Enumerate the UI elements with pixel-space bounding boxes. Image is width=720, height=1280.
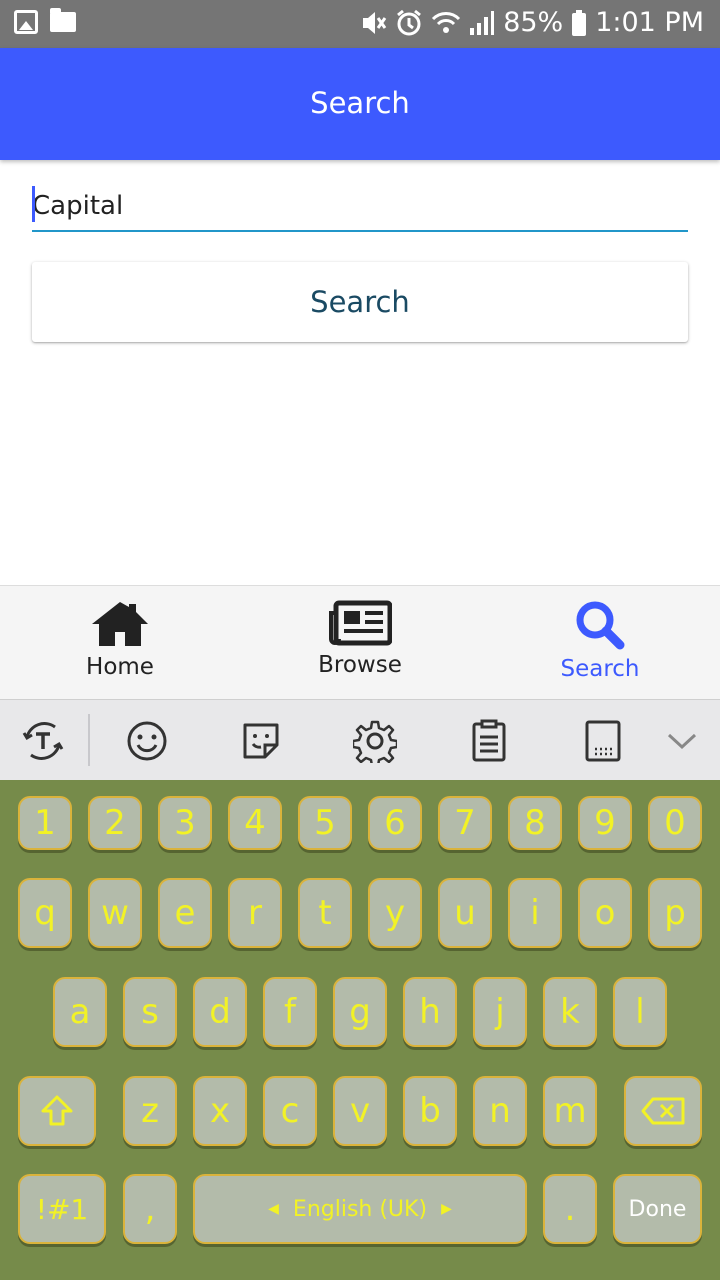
key-m[interactable]: m <box>543 1076 597 1146</box>
key-c[interactable]: c <box>263 1076 317 1146</box>
text-cursor <box>32 186 35 222</box>
mute-icon <box>363 11 387 34</box>
key-j[interactable]: j <box>473 977 527 1047</box>
shift-key[interactable] <box>18 1076 96 1146</box>
key-z[interactable]: z <box>123 1076 177 1146</box>
tab-search-label: Search <box>560 656 640 682</box>
key-i[interactable]: i <box>508 878 562 948</box>
key-9[interactable]: 9 <box>578 796 632 850</box>
keyboard-toolbar <box>0 699 720 780</box>
key-a[interactable]: a <box>53 977 107 1047</box>
key-p[interactable]: p <box>648 878 702 948</box>
clipboard-icon[interactable] <box>467 719 511 763</box>
key-t[interactable]: t <box>298 878 352 948</box>
key-d[interactable]: d <box>193 977 247 1047</box>
app-bar: Search <box>0 48 720 160</box>
key-s[interactable]: s <box>123 977 177 1047</box>
left-arrow-icon: ◀ <box>268 1201 279 1217</box>
home-icon <box>92 602 148 646</box>
shift-icon <box>41 1095 73 1126</box>
key-v[interactable]: v <box>333 1076 387 1146</box>
wifi-icon <box>432 11 461 33</box>
key-8[interactable]: 8 <box>508 796 562 850</box>
search-input[interactable] <box>32 186 688 226</box>
key-u[interactable]: u <box>438 878 492 948</box>
key-n[interactable]: n <box>473 1076 527 1146</box>
search-icon <box>576 601 625 650</box>
backspace-icon <box>641 1097 685 1125</box>
chevron-down-icon[interactable] <box>660 719 704 763</box>
newspaper-icon <box>329 600 392 646</box>
key-q[interactable]: q <box>18 878 72 948</box>
search-button[interactable]: Search <box>32 262 688 342</box>
keyboard-size-icon[interactable] <box>581 719 625 763</box>
battery-icon <box>572 9 587 36</box>
key-y[interactable]: y <box>368 878 422 948</box>
keyboard: 1 2 3 4 5 6 7 8 9 0 q w e r t y u i o p … <box>0 780 720 1280</box>
key-0[interactable]: 0 <box>648 796 702 850</box>
tab-home[interactable]: Home <box>0 586 240 699</box>
tab-bar: Home Browse Search <box>0 585 720 699</box>
key-1[interactable]: 1 <box>18 796 72 850</box>
key-b[interactable]: b <box>403 1076 457 1146</box>
key-3[interactable]: 3 <box>158 796 212 850</box>
tab-search[interactable]: Search <box>480 586 720 699</box>
key-h[interactable]: h <box>403 977 457 1047</box>
period-key[interactable]: . <box>543 1174 597 1244</box>
key-g[interactable]: g <box>333 977 387 1047</box>
key-x[interactable]: x <box>193 1076 247 1146</box>
key-2[interactable]: 2 <box>88 796 142 850</box>
tab-browse[interactable]: Browse <box>240 586 480 699</box>
key-5[interactable]: 5 <box>298 796 352 850</box>
page-title: Search <box>310 86 410 120</box>
tab-home-label: Home <box>86 654 154 680</box>
key-r[interactable]: r <box>228 878 282 948</box>
symbols-key[interactable]: !#1 <box>18 1174 106 1244</box>
key-k[interactable]: k <box>543 977 597 1047</box>
key-e[interactable]: e <box>158 878 212 948</box>
sticker-icon[interactable] <box>239 719 283 763</box>
toolbar-divider <box>88 714 90 766</box>
key-6[interactable]: 6 <box>368 796 422 850</box>
key-o[interactable]: o <box>578 878 632 948</box>
key-f[interactable]: f <box>263 977 317 1047</box>
done-key[interactable]: Done <box>613 1174 702 1244</box>
tab-browse-label: Browse <box>318 652 402 678</box>
space-key[interactable]: ◀ English (UK) ▶ <box>193 1174 527 1244</box>
right-arrow-icon: ▶ <box>441 1201 452 1217</box>
translate-icon[interactable] <box>21 719 65 763</box>
alarm-icon <box>397 9 422 35</box>
key-7[interactable]: 7 <box>438 796 492 850</box>
signal-icon <box>470 10 495 35</box>
comma-key[interactable]: , <box>123 1174 177 1244</box>
status-time: 1:01 PM <box>595 7 704 38</box>
key-w[interactable]: w <box>88 878 142 948</box>
battery-percent: 85% <box>503 7 564 38</box>
search-input-container[interactable] <box>32 180 688 232</box>
space-language-label: English (UK) <box>292 1196 428 1222</box>
backspace-key[interactable] <box>624 1076 702 1146</box>
key-4[interactable]: 4 <box>228 796 282 850</box>
emoji-icon[interactable] <box>125 719 169 763</box>
settings-icon[interactable] <box>353 719 397 763</box>
image-icon <box>14 10 38 34</box>
key-l[interactable]: l <box>613 977 667 1047</box>
folder-icon <box>50 8 76 32</box>
status-bar: 85% 1:01 PM <box>0 0 720 48</box>
